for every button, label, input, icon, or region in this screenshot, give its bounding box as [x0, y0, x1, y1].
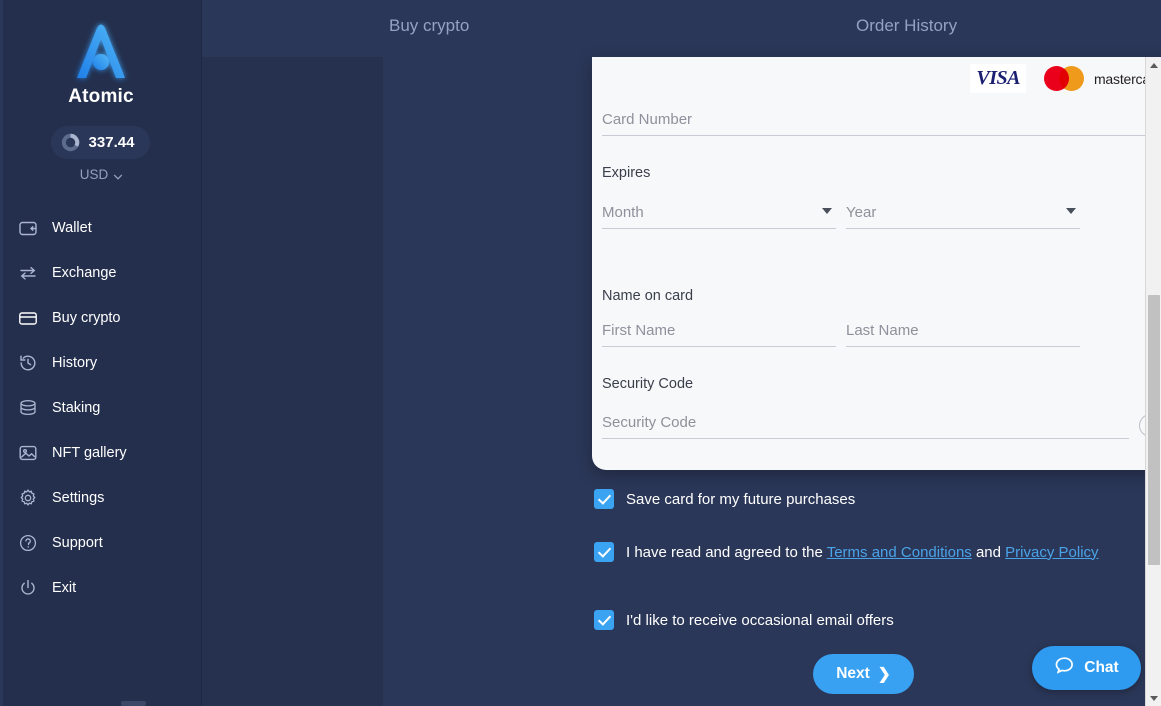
mastercard-circles-icon — [1043, 66, 1084, 91]
app-root: Atomic 337.44 USD Wallet Exchange Buy cr… — [0, 0, 1161, 706]
consent-terms-text: I have read and agreed to the Terms and … — [626, 544, 1099, 561]
credit-card-icon — [18, 308, 38, 328]
scrollbar-up-arrow[interactable] — [1146, 57, 1161, 73]
expiry-year-wrap: Year — [846, 202, 1080, 229]
currency-selector[interactable]: USD — [0, 167, 202, 182]
wallet-icon — [18, 218, 38, 238]
sidebar-item-wallet[interactable]: Wallet — [0, 205, 202, 250]
atomic-logo-icon — [67, 20, 135, 84]
tab-buy-crypto[interactable]: Buy crypto — [389, 16, 469, 36]
sidebar-item-exchange[interactable]: Exchange — [0, 250, 202, 295]
brand-block: Atomic — [0, 20, 202, 108]
name-row — [602, 320, 1161, 347]
sidebar-item-label: Settings — [52, 489, 105, 506]
consent-save-card-label: Save card for my future purchases — [626, 490, 856, 508]
content-area: VISA mastercard Expires — [202, 57, 1161, 706]
next-button-label: Next — [836, 665, 870, 682]
sidebar-item-label: Staking — [52, 399, 101, 416]
consent-email-offers-label: I'd like to receive occasional email off… — [626, 611, 894, 629]
exchange-icon — [18, 263, 38, 283]
chevron-down-icon — [113, 170, 123, 180]
sidebar-item-label: Buy crypto — [52, 309, 121, 326]
sidebar-item-support[interactable]: Support — [0, 520, 202, 565]
sidebar-item-settings[interactable]: Settings — [0, 475, 202, 520]
expiry-month-select[interactable]: Month — [602, 202, 836, 229]
brand-name: Atomic — [68, 86, 134, 107]
chat-button[interactable]: Chat — [1032, 646, 1141, 690]
page-scrollbar[interactable] — [1145, 57, 1161, 706]
sidebar-bottom-scroll-nub[interactable] — [121, 701, 146, 706]
consent-save-card-row[interactable]: Save card for my future purchases — [594, 489, 855, 509]
power-icon — [18, 578, 38, 598]
ring-chart-icon — [61, 133, 80, 152]
sidebar-item-label: Support — [52, 534, 103, 551]
sidebar-item-staking[interactable]: Staking — [0, 385, 202, 430]
visa-logo: VISA — [970, 64, 1026, 93]
left-inner-panel — [202, 57, 383, 706]
sidebar-nav: Wallet Exchange Buy crypto History Staki… — [0, 205, 202, 610]
expiry-row: Month Year — [602, 202, 1161, 229]
expiry-year-select[interactable]: Year — [846, 202, 1080, 229]
next-button[interactable]: Next ❯ — [813, 654, 914, 694]
security-code-label: Security Code — [602, 376, 694, 392]
scrollbar-down-arrow[interactable] — [1146, 690, 1161, 706]
tab-order-history[interactable]: Order History — [856, 16, 957, 36]
clock-history-icon — [18, 353, 38, 373]
header: Buy crypto Order History — [202, 0, 1161, 57]
image-icon — [18, 443, 38, 463]
first-name-input[interactable] — [602, 320, 836, 347]
expiry-month-wrap: Month — [602, 202, 836, 229]
checkbox-terms[interactable] — [594, 542, 614, 562]
consent-terms-row[interactable]: I have read and agreed to the Terms and … — [594, 542, 1099, 562]
expires-label: Expires — [602, 165, 651, 181]
sidebar-item-history[interactable]: History — [0, 340, 202, 385]
chat-button-label: Chat — [1084, 659, 1119, 676]
card-number-row — [602, 109, 1161, 136]
triangle-down-icon — [1150, 695, 1158, 701]
sidebar-item-buy-crypto[interactable]: Buy crypto — [0, 295, 202, 340]
sidebar-item-label: Exit — [52, 579, 77, 596]
checkbox-email-offers[interactable] — [594, 610, 614, 630]
sidebar-item-label: Exchange — [52, 264, 117, 281]
checkbox-save-card[interactable] — [594, 489, 614, 509]
chevron-right-icon: ❯ — [877, 665, 891, 683]
sidebar: Atomic 337.44 USD Wallet Exchange Buy cr… — [0, 0, 202, 706]
card-number-input[interactable] — [602, 109, 1161, 136]
consent-terms-prefix: I have read and agreed to the — [626, 543, 827, 561]
last-name-input[interactable] — [846, 320, 1080, 347]
speech-bubble-icon — [1054, 655, 1075, 681]
name-on-card-label: Name on card — [602, 288, 694, 304]
scrollbar-thumb[interactable] — [1148, 295, 1160, 565]
security-code-row: ? — [602, 412, 1161, 439]
sidebar-item-exit[interactable]: Exit — [0, 565, 202, 610]
sidebar-item-label: History — [52, 354, 98, 371]
payment-card-form: VISA mastercard Expires — [592, 57, 1161, 470]
visa-logo-text: VISA — [976, 67, 1020, 89]
currency-label: USD — [79, 167, 109, 182]
privacy-policy-link[interactable]: Privacy Policy — [1005, 544, 1098, 561]
balance-pill[interactable]: 337.44 — [50, 126, 151, 159]
sidebar-item-nft-gallery[interactable]: NFT gallery — [0, 430, 202, 475]
gear-icon — [18, 488, 38, 508]
terms-and-conditions-link[interactable]: Terms and Conditions — [827, 544, 972, 561]
database-icon — [18, 398, 38, 418]
balance-amount: 337.44 — [88, 134, 135, 151]
checkout-widget: VISA mastercard Expires — [383, 57, 1161, 706]
security-code-input[interactable] — [602, 412, 1129, 439]
question-circle-icon — [18, 533, 38, 553]
mastercard-logo: mastercard — [1043, 66, 1161, 91]
consent-terms-middle: and — [971, 543, 1006, 561]
triangle-up-icon — [1150, 62, 1158, 68]
sidebar-item-label: NFT gallery — [52, 444, 127, 461]
card-brand-logos: VISA mastercard — [970, 64, 1161, 93]
consent-email-offers-row[interactable]: I'd like to receive occasional email off… — [594, 610, 894, 630]
sidebar-item-label: Wallet — [52, 219, 92, 236]
